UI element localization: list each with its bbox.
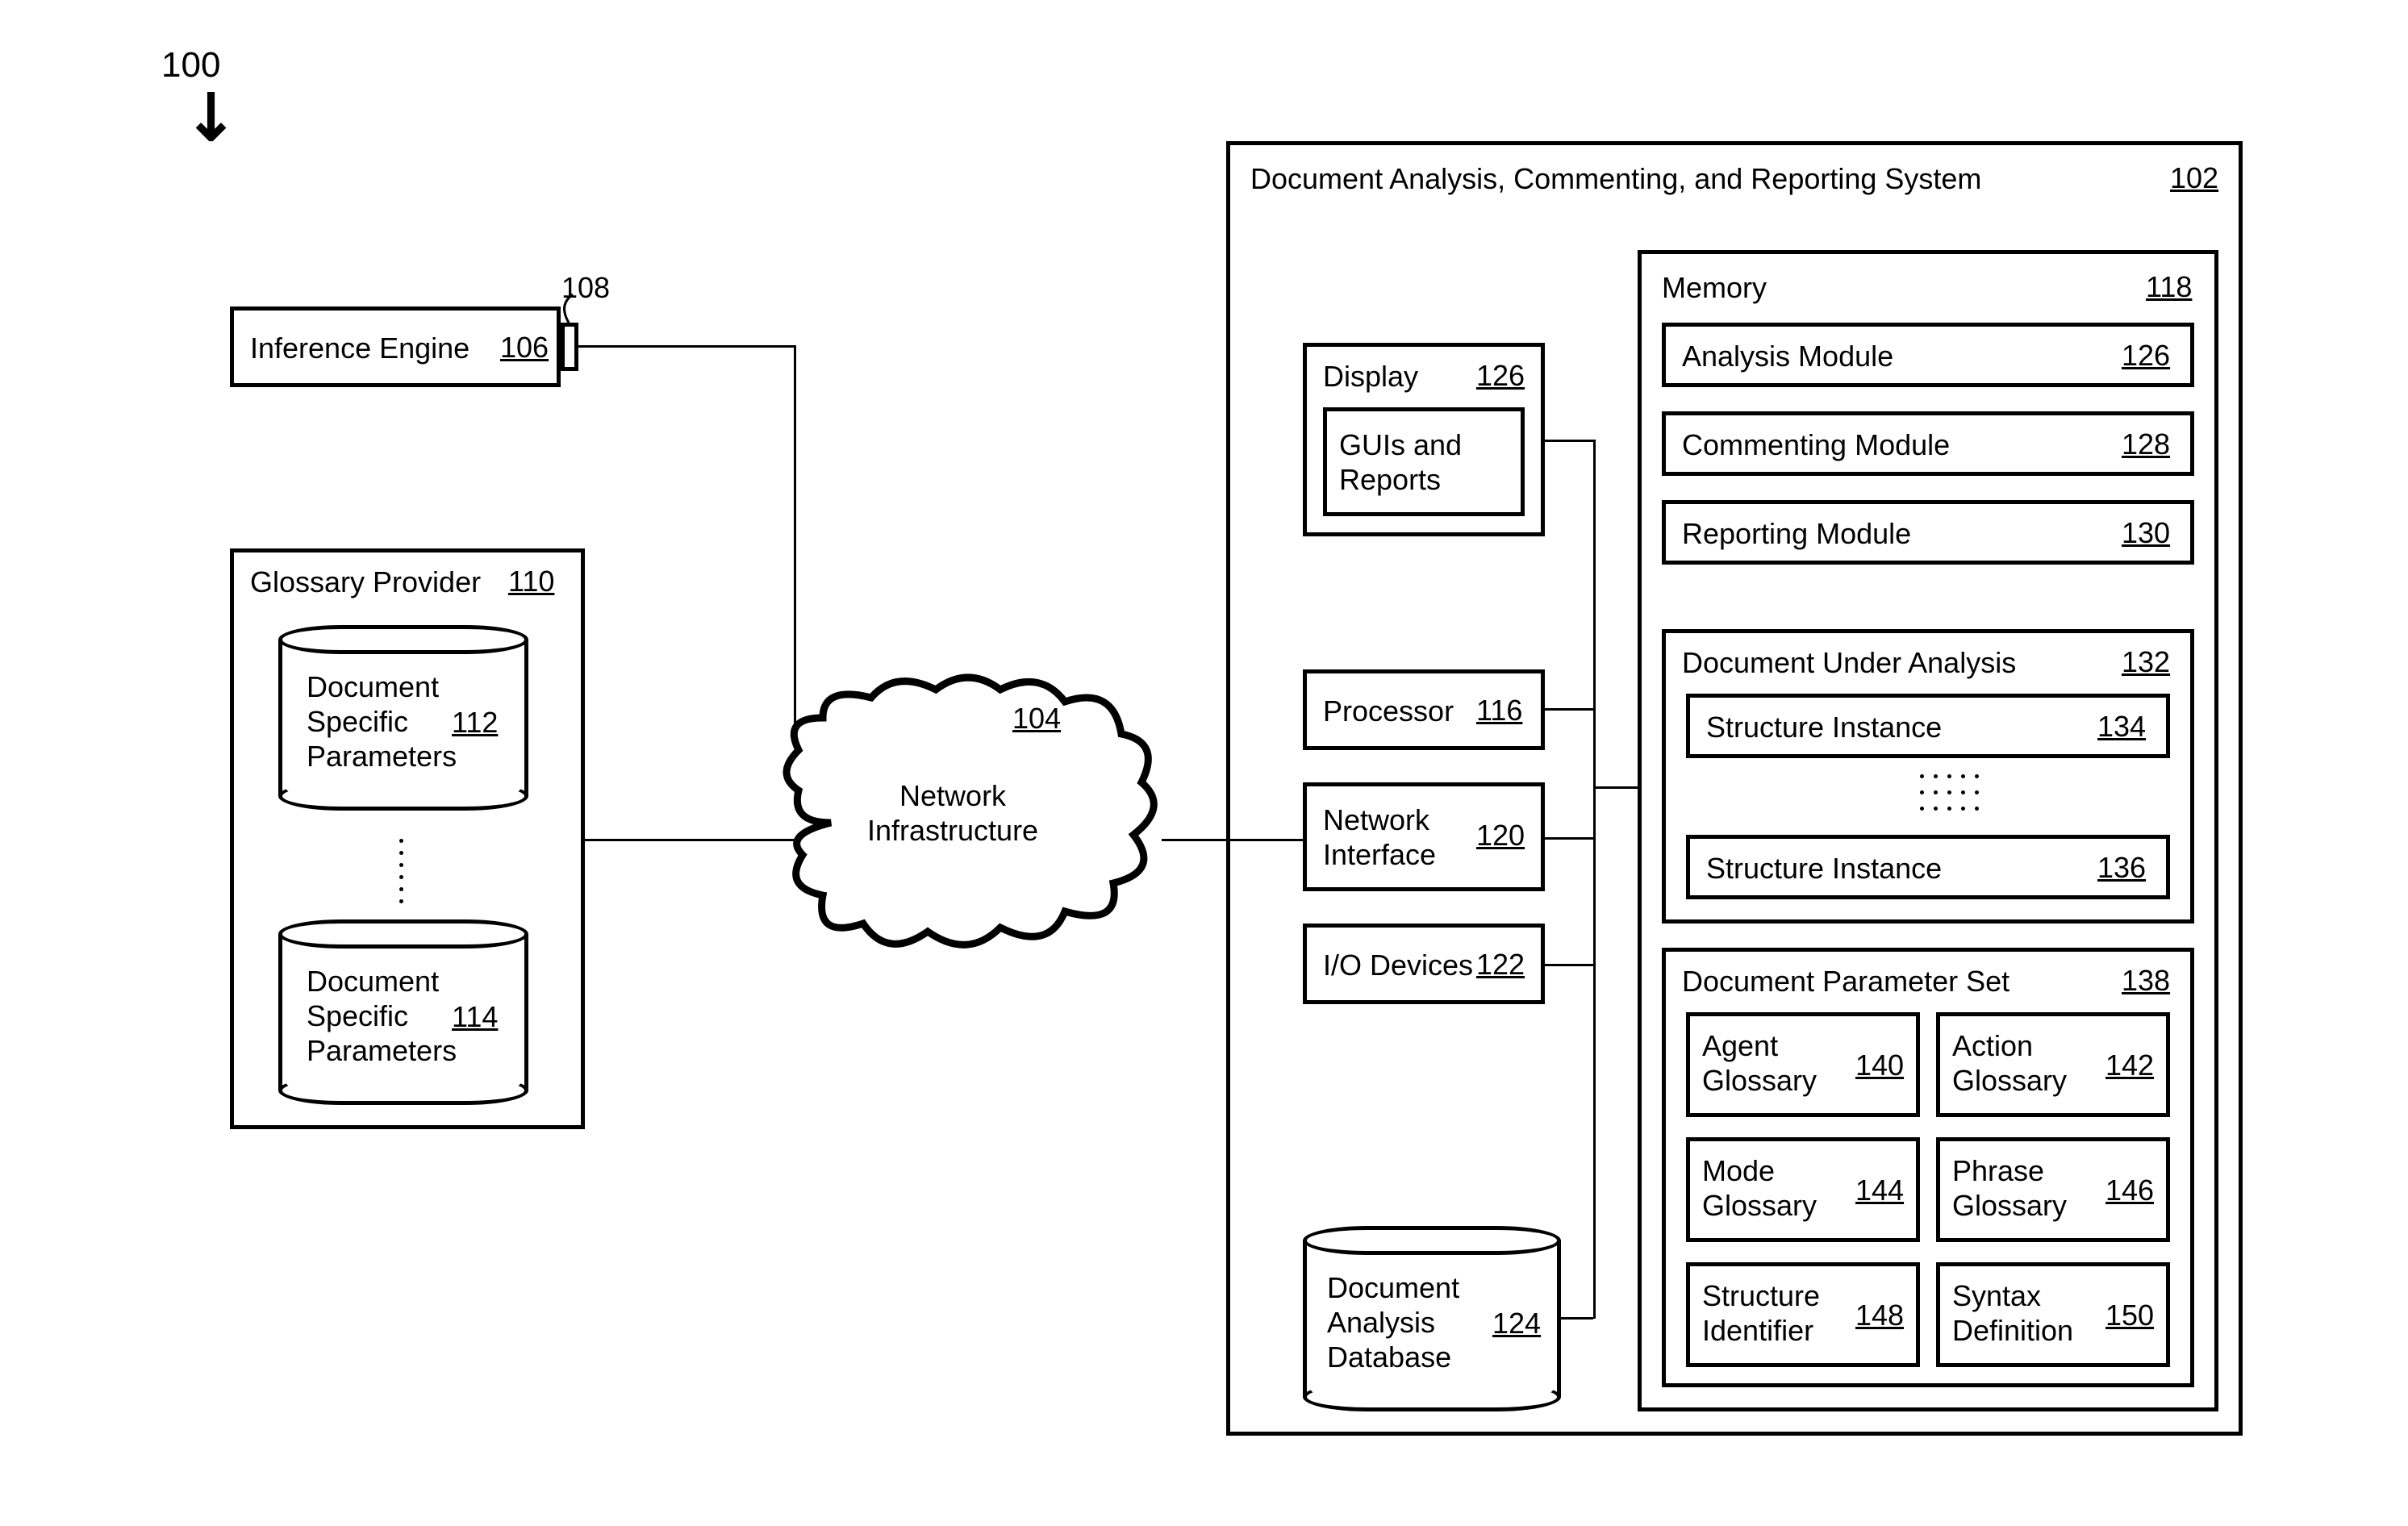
- mode-glossary-ref: 144: [1855, 1174, 1904, 1207]
- horizontal-ellipsis-icon: [1920, 807, 1979, 811]
- db-114-ref: 114: [452, 1000, 498, 1034]
- conn-line: [578, 345, 796, 348]
- display-label: Display: [1323, 359, 1418, 394]
- conn-line: [585, 839, 795, 841]
- analysis-module-label: Analysis Module: [1682, 339, 1893, 373]
- db-114-label: Document Specific Parameters: [307, 964, 457, 1069]
- syntax-definition-label: Syntax Definition: [1952, 1278, 2073, 1348]
- io-devices-ref: 122: [1476, 948, 1525, 982]
- mode-glossary-label: Mode Glossary: [1702, 1153, 1817, 1223]
- structure-identifier-label: Structure Identifier: [1702, 1278, 1820, 1348]
- network-cloud-ref: 104: [1012, 702, 1061, 736]
- analysis-module-ref: 126: [2122, 339, 2170, 373]
- structure-identifier-ref: 148: [1855, 1299, 1904, 1332]
- display-ref: 126: [1476, 359, 1525, 393]
- io-devices-label: I/O Devices: [1323, 948, 1473, 982]
- db-112-ref: 112: [452, 706, 498, 740]
- db-112-label: Document Specific Parameters: [307, 669, 457, 774]
- struct-instance-136-ref: 136: [2097, 851, 2146, 885]
- action-glossary-ref: 142: [2105, 1049, 2154, 1082]
- struct-instance-134-ref: 134: [2097, 710, 2146, 744]
- system-102-title: Document Analysis, Commenting, and Repor…: [1250, 161, 1981, 196]
- struct-instance-136-label: Structure Instance: [1706, 851, 1942, 886]
- inference-engine-ref: 106: [500, 331, 549, 365]
- vertical-ellipsis-icon: [399, 839, 403, 903]
- glossary-provider-title: Glossary Provider: [250, 565, 481, 599]
- horizontal-ellipsis-icon: [1920, 790, 1979, 794]
- commenting-module-ref: 128: [2122, 427, 2170, 461]
- dps-title: Document Parameter Set: [1682, 964, 2009, 999]
- memory-title: Memory: [1662, 270, 1767, 305]
- phrase-glossary-label: Phrase Glossary: [1952, 1153, 2067, 1223]
- memory-ref: 118: [2146, 270, 2192, 304]
- net-iface-ref: 120: [1476, 819, 1525, 853]
- lead-line-108: [549, 290, 581, 327]
- conn-line: [1561, 1317, 1593, 1320]
- glossary-provider-ref: 110: [508, 565, 554, 598]
- conn-line: [1545, 964, 1593, 966]
- conn-line: [794, 345, 796, 739]
- network-cloud-label: Network Infrastructure: [867, 778, 1038, 848]
- conn-line: [1593, 786, 1638, 789]
- conn-line: [1226, 839, 1303, 841]
- dps-ref: 138: [2122, 964, 2170, 998]
- reporting-module-label: Reporting Module: [1682, 516, 1911, 551]
- reporting-module-ref: 130: [2122, 516, 2170, 550]
- conn-line: [1545, 440, 1593, 442]
- syntax-definition-ref: 150: [2105, 1299, 2154, 1332]
- agent-glossary-label: Agent Glossary: [1702, 1028, 1817, 1098]
- dua-title: Document Under Analysis: [1682, 645, 2016, 680]
- net-iface-label: Network Interface: [1323, 803, 1436, 872]
- commenting-module-label: Commenting Module: [1682, 427, 1950, 462]
- inference-engine-label: Inference Engine: [250, 331, 469, 365]
- action-glossary-label: Action Glossary: [1952, 1028, 2067, 1098]
- conn-line: [794, 839, 796, 841]
- horizontal-ellipsis-icon: [1920, 774, 1979, 778]
- dua-ref: 132: [2122, 645, 2170, 679]
- dadb-ref: 124: [1492, 1307, 1541, 1340]
- bus-line: [1593, 440, 1596, 1319]
- dadb-label: Document Analysis Database: [1327, 1270, 1459, 1375]
- system-102-ref: 102: [2170, 161, 2218, 195]
- agent-glossary-ref: 140: [1855, 1049, 1904, 1082]
- conn-line: [1545, 837, 1593, 840]
- struct-instance-134-label: Structure Instance: [1706, 710, 1942, 744]
- processor-label: Processor: [1323, 694, 1454, 728]
- processor-ref: 116: [1476, 694, 1522, 728]
- phrase-glossary-ref: 146: [2105, 1174, 2154, 1207]
- display-inner-label: GUIs and Reports: [1339, 427, 1462, 497]
- diagram-canvas: 100 ↘ Inference Engine 106 108 Glossary …: [0, 0, 2408, 1526]
- conn-line: [1545, 708, 1593, 711]
- comm-circuit-108: [561, 323, 578, 371]
